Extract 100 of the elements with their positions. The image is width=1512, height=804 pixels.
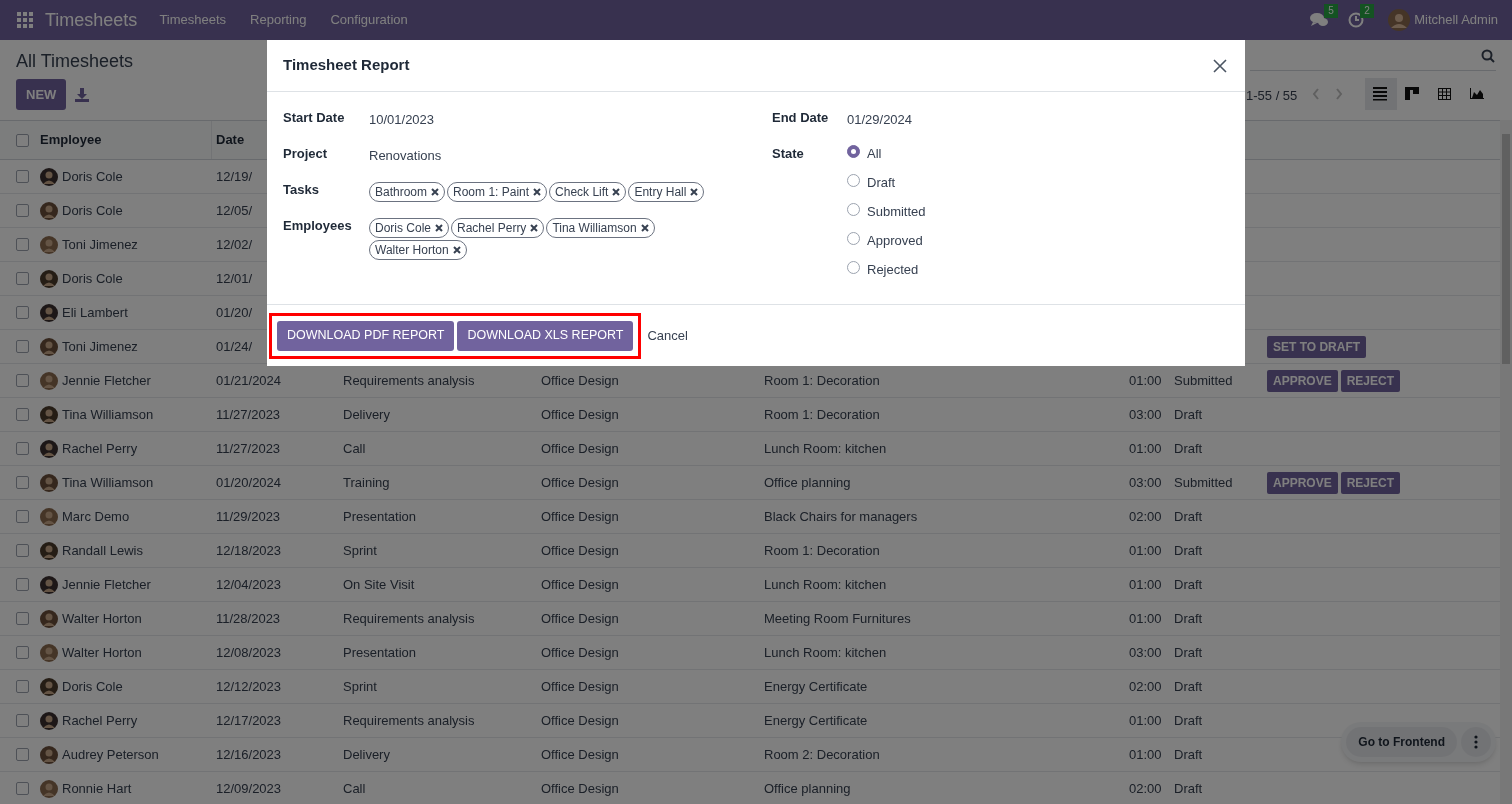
table-cell: 02:00 (1129, 780, 1162, 796)
table-cell: 12/12/2023 (216, 678, 282, 694)
search-icon[interactable] (1481, 49, 1495, 63)
download-button[interactable]: DOWNLOAD XLS REPORT (457, 320, 634, 351)
chat-bubbles-icon[interactable] (1310, 12, 1329, 28)
pivot-table-icon (1437, 86, 1453, 102)
user-avatar-icon[interactable] (1388, 9, 1411, 31)
avatar-icon (40, 439, 58, 458)
remove-icon[interactable] (640, 224, 649, 232)
table-cell: 12/18/2023 (216, 542, 282, 558)
table-cell-text: Doris Cole (62, 201, 123, 220)
go-to-frontend-button[interactable]: Go to Frontend (1346, 727, 1457, 757)
table-cell: Requirements analysis (343, 372, 475, 388)
count-badge: 5 (1324, 4, 1338, 18)
table-cell: 12/19/ (216, 168, 253, 184)
radio-button[interactable] (847, 232, 860, 245)
field-value[interactable]: Renovations (369, 142, 442, 166)
radio-button[interactable] (847, 203, 860, 216)
checkbox[interactable] (16, 782, 29, 795)
checkbox[interactable] (16, 340, 29, 353)
table-cell-text: Tina Williamson (62, 405, 154, 424)
column-header[interactable]: Employee (40, 130, 102, 150)
table-cell: Draft (1174, 542, 1203, 558)
checkbox[interactable] (16, 612, 29, 625)
view-toggle-button[interactable] (1365, 78, 1397, 110)
remove-icon[interactable] (435, 224, 443, 232)
table-cell-text: Jennie Fletcher (62, 575, 151, 594)
table-cell-text: Walter Horton (62, 609, 142, 628)
checkbox[interactable] (16, 680, 29, 693)
kanban-view-icon (1405, 86, 1421, 102)
table-cell-text: Jennie Fletcher (62, 371, 151, 390)
checkbox[interactable] (16, 374, 29, 387)
table-cell: Presentation (343, 508, 416, 524)
remove-icon[interactable] (530, 224, 539, 232)
download-button[interactable]: DOWNLOAD PDF REPORT (277, 320, 455, 351)
close-icon[interactable] (1213, 58, 1227, 73)
field-value[interactable]: 10/01/2023 (369, 106, 435, 130)
table-cell: 11/29/2023 (216, 508, 281, 524)
list-view-icon (1373, 86, 1389, 102)
checkbox[interactable] (16, 510, 29, 523)
table-cell: Draft (1174, 678, 1203, 694)
checkbox[interactable] (16, 306, 29, 319)
radio-button[interactable] (847, 261, 860, 274)
remove-icon[interactable] (431, 188, 440, 196)
checkbox[interactable] (16, 578, 29, 591)
scrollbar[interactable] (1500, 120, 1512, 804)
table-cell: Office Design (541, 610, 619, 626)
avatar-icon (40, 337, 58, 356)
count-badge: 2 (1360, 4, 1374, 18)
remove-icon[interactable] (612, 188, 621, 196)
chevron-left-icon[interactable] (1312, 88, 1320, 100)
checkbox[interactable] (16, 204, 29, 217)
checkbox[interactable] (16, 748, 29, 761)
remove-icon[interactable] (533, 188, 542, 196)
radio-label[interactable]: Rejected (867, 260, 919, 280)
remove-icon[interactable] (452, 246, 461, 254)
field-label: Tasks (283, 181, 320, 199)
table-cell: Room 2: Decoration (764, 746, 880, 762)
clock-icon[interactable] (1348, 12, 1365, 28)
checkbox[interactable] (16, 646, 29, 659)
table-cell: 01:00 (1129, 576, 1162, 592)
radio-button[interactable] (847, 174, 860, 187)
avatar-icon (40, 167, 58, 186)
avatar-icon (40, 745, 58, 764)
table-cell-text: Rachel Perry (62, 439, 138, 458)
table-cell-text: Doris Cole (62, 269, 123, 288)
remove-icon[interactable] (690, 188, 699, 196)
column-header[interactable]: Date (216, 132, 245, 148)
avatar-icon (40, 303, 58, 322)
table-cell: 01:00 (1129, 542, 1162, 558)
avatar-icon (40, 507, 58, 526)
checkbox[interactable] (16, 133, 29, 147)
checkbox[interactable] (16, 714, 29, 727)
radio-label[interactable]: Approved (867, 231, 923, 251)
field-value[interactable]: 01/29/2024 (847, 106, 913, 130)
apps-grid-icon[interactable] (17, 12, 33, 28)
field-label: State (772, 145, 805, 163)
table-cell: 01:00 (1129, 746, 1162, 762)
checkbox[interactable] (16, 408, 29, 421)
more-options-button[interactable] (1461, 727, 1491, 757)
table-cell: Room 1: Decoration (764, 406, 880, 422)
checkbox[interactable] (16, 442, 29, 455)
checkbox[interactable] (16, 476, 29, 489)
checkbox[interactable] (16, 170, 29, 183)
table-cell: Office Design (541, 746, 619, 762)
checkbox[interactable] (16, 544, 29, 557)
download-icon[interactable] (75, 88, 89, 102)
radio-label[interactable]: All (867, 144, 882, 164)
table-cell-text: Doris Cole (62, 167, 123, 186)
field-label: Employees (283, 217, 353, 235)
radio-button[interactable] (847, 145, 860, 158)
checkbox[interactable] (16, 272, 29, 285)
cancel-button[interactable]: Cancel (647, 325, 688, 346)
radio-label[interactable]: Draft (867, 173, 896, 193)
chevron-right-icon[interactable] (1335, 88, 1343, 100)
radio-label[interactable]: Submitted (867, 202, 926, 222)
table-cell: Office Design (541, 508, 619, 524)
table-cell: 03:00 (1129, 406, 1162, 422)
checkbox[interactable] (16, 238, 29, 251)
dialog-title: Timesheet Report (283, 55, 410, 76)
